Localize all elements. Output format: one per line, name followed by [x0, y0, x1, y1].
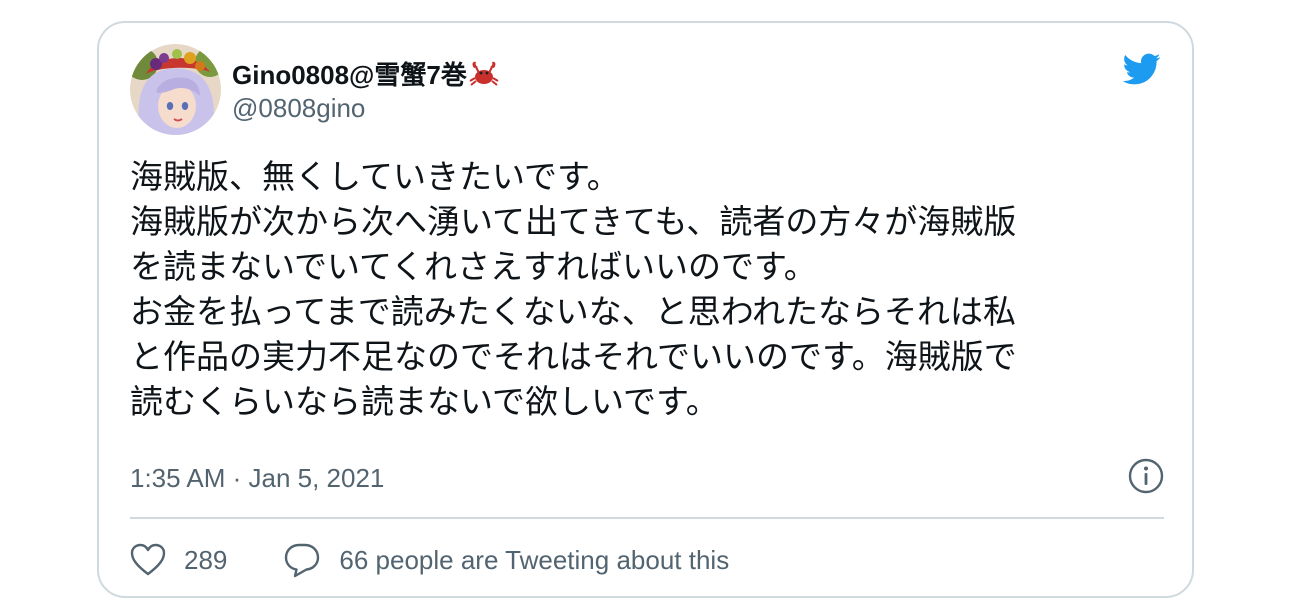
- like-count: 289: [184, 544, 228, 575]
- speech-bubble-icon: [285, 543, 320, 578]
- timestamp-link[interactable]: 1:35 AM · Jan 5, 2021: [130, 463, 384, 494]
- tweet-text-line: 読むくらいなら読まないで欲しいです。: [130, 382, 719, 421]
- tweeting-about-label: 66 people are Tweeting about this: [339, 544, 730, 575]
- tweeting-about-link[interactable]: 66 people are Tweeting about this: [283, 542, 729, 578]
- display-name[interactable]: Gino0808@雪蟹7巻: [232, 55, 467, 92]
- info-icon[interactable]: [1126, 456, 1166, 496]
- author-name-row[interactable]: Gino0808@雪蟹7巻: [232, 55, 499, 92]
- crab-emoji-icon: [469, 61, 499, 86]
- tweet-text-line: お金を払ってまで読みたくないな、と思われたならそれは私: [130, 292, 1017, 331]
- action-bar: 289 66 people are Tweeting about this: [130, 535, 729, 585]
- tweet-text-line: 海賊版が次から次へ湧いて出てきても、読者の方々が海賊版: [130, 202, 1017, 241]
- avatar[interactable]: [130, 44, 221, 135]
- divider: [130, 517, 1164, 519]
- tweet-card[interactable]: Gino0808@雪蟹7巻 @0808gino 海賊版、無くしていきたいです。 …: [97, 21, 1194, 598]
- twitter-bird-icon[interactable]: [1117, 49, 1165, 89]
- heart-icon: [130, 543, 166, 576]
- tweet-text-line: と作品の実力不足なのでそれはそれでいいのです。海賊版で: [130, 337, 1017, 376]
- tweet-text-line: 海賊版、無くしていきたいです。: [130, 157, 620, 196]
- handle[interactable]: @0808gino: [232, 93, 365, 124]
- tweet-text-line: を読まないでいてくれさえすればいいのです。: [130, 247, 817, 286]
- like-button[interactable]: 289: [130, 543, 227, 577]
- tweet-text: 海賊版、無くしていきたいです。 海賊版が次から次へ湧いて出てきても、読者の方々が…: [130, 154, 1170, 424]
